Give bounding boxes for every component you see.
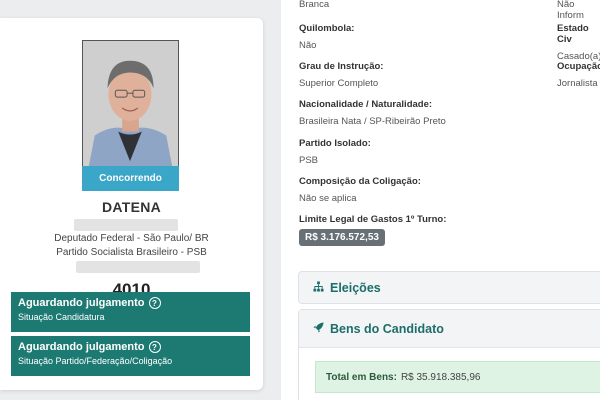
field-limite-gastos: Limite Legal de Gastos 1º Turno: R$ 3.17… <box>299 214 446 246</box>
field-label: Estado Civ <box>557 23 589 45</box>
candidate-details-panel: Branca Não Inform Quilombola: Não Estado… <box>281 0 600 400</box>
candidate-party: Partido Socialista Brasileiro - PSB <box>56 247 207 258</box>
field-value: Não Inform <box>557 0 584 21</box>
field-label: Partido Isolado: <box>299 138 371 149</box>
question-circle-icon[interactable]: ? <box>148 341 161 353</box>
candidacy-status-tag: Concorrendo <box>82 166 179 191</box>
candidate-card: Concorrendo DATENA Deputado Federal - Sã… <box>0 18 263 390</box>
field-value: Superior Completo <box>299 78 379 89</box>
field-label: Nacionalidade / Naturalidade: <box>299 99 433 110</box>
candidate-name: DATENA <box>101 199 162 215</box>
candidate-office: Deputado Federal - São Paulo/ BR <box>54 233 209 244</box>
field-value: Branca <box>299 0 330 10</box>
field-cor-raca: Branca <box>299 0 329 10</box>
section-eleicoes[interactable]: Eleições <box>298 271 600 304</box>
status-subtitle: Situação Candidatura <box>18 312 105 322</box>
field-label: Grau de Instrução: <box>299 61 384 72</box>
party-status-box: Aguardando julgamento ? Situação Partido… <box>11 336 250 376</box>
field-value: Jornalista <box>557 78 598 89</box>
field-label: Quilombola: <box>299 23 355 34</box>
section-title: Bens do Candidato <box>330 321 444 336</box>
field-partido-isolado: Partido Isolado: PSB <box>299 138 371 166</box>
field-grau-instrucao: Grau de Instrução: Superior Completo <box>299 61 383 89</box>
question-circle-icon[interactable]: ? <box>148 297 161 309</box>
field-nacionalidade: Nacionalidade / Naturalidade: Brasileira… <box>299 99 446 127</box>
field-label: Composição da Coligação: <box>299 176 421 187</box>
field-value: PSB <box>299 155 319 166</box>
field-right-top: Não Inform <box>557 0 600 21</box>
field-label: Ocupação: <box>557 61 600 72</box>
rocket-icon <box>313 321 324 336</box>
field-estado-civil: Estado Civ Casado(a) <box>557 23 600 62</box>
total-bens-box: Total em Bens: R$ 35.918.385,96 <box>315 361 600 393</box>
total-label: Total em Bens: <box>326 371 397 383</box>
field-label: Limite Legal de Gastos 1º Turno: <box>299 214 447 225</box>
status-title: Aguardando julgamento <box>18 341 145 353</box>
limit-badge: R$ 3.176.572,53 <box>299 229 385 246</box>
candidate-photo <box>82 40 179 172</box>
total-value: R$ 35.918.385,96 <box>400 371 481 383</box>
sitemap-icon <box>313 280 324 295</box>
field-coligacao: Composição da Coligação: Não se aplica <box>299 176 421 204</box>
status-title: Aguardando julgamento <box>18 297 145 309</box>
field-quilombola: Quilombola: Não <box>299 23 354 51</box>
redacted-field <box>76 261 200 273</box>
status-subtitle: Situação Partido/Federação/Coligação <box>18 356 173 366</box>
bens-body: Total em Bens: R$ 35.918.385,96 <box>299 348 600 400</box>
field-value: Brasileira Nata / SP-Ribeirão Preto <box>299 116 446 127</box>
candidacy-status-box: Aguardando julgamento ? Situação Candida… <box>11 292 250 332</box>
bens-header[interactable]: Bens do Candidato <box>299 310 600 348</box>
field-value: Não se aplica <box>299 193 357 204</box>
section-bens: Bens do Candidato Total em Bens: R$ 35.9… <box>298 309 600 400</box>
section-title: Eleições <box>330 280 381 295</box>
field-value: Não <box>299 40 317 51</box>
field-ocupacao: Ocupação: Jornalista <box>557 61 600 89</box>
redacted-field <box>74 219 178 231</box>
